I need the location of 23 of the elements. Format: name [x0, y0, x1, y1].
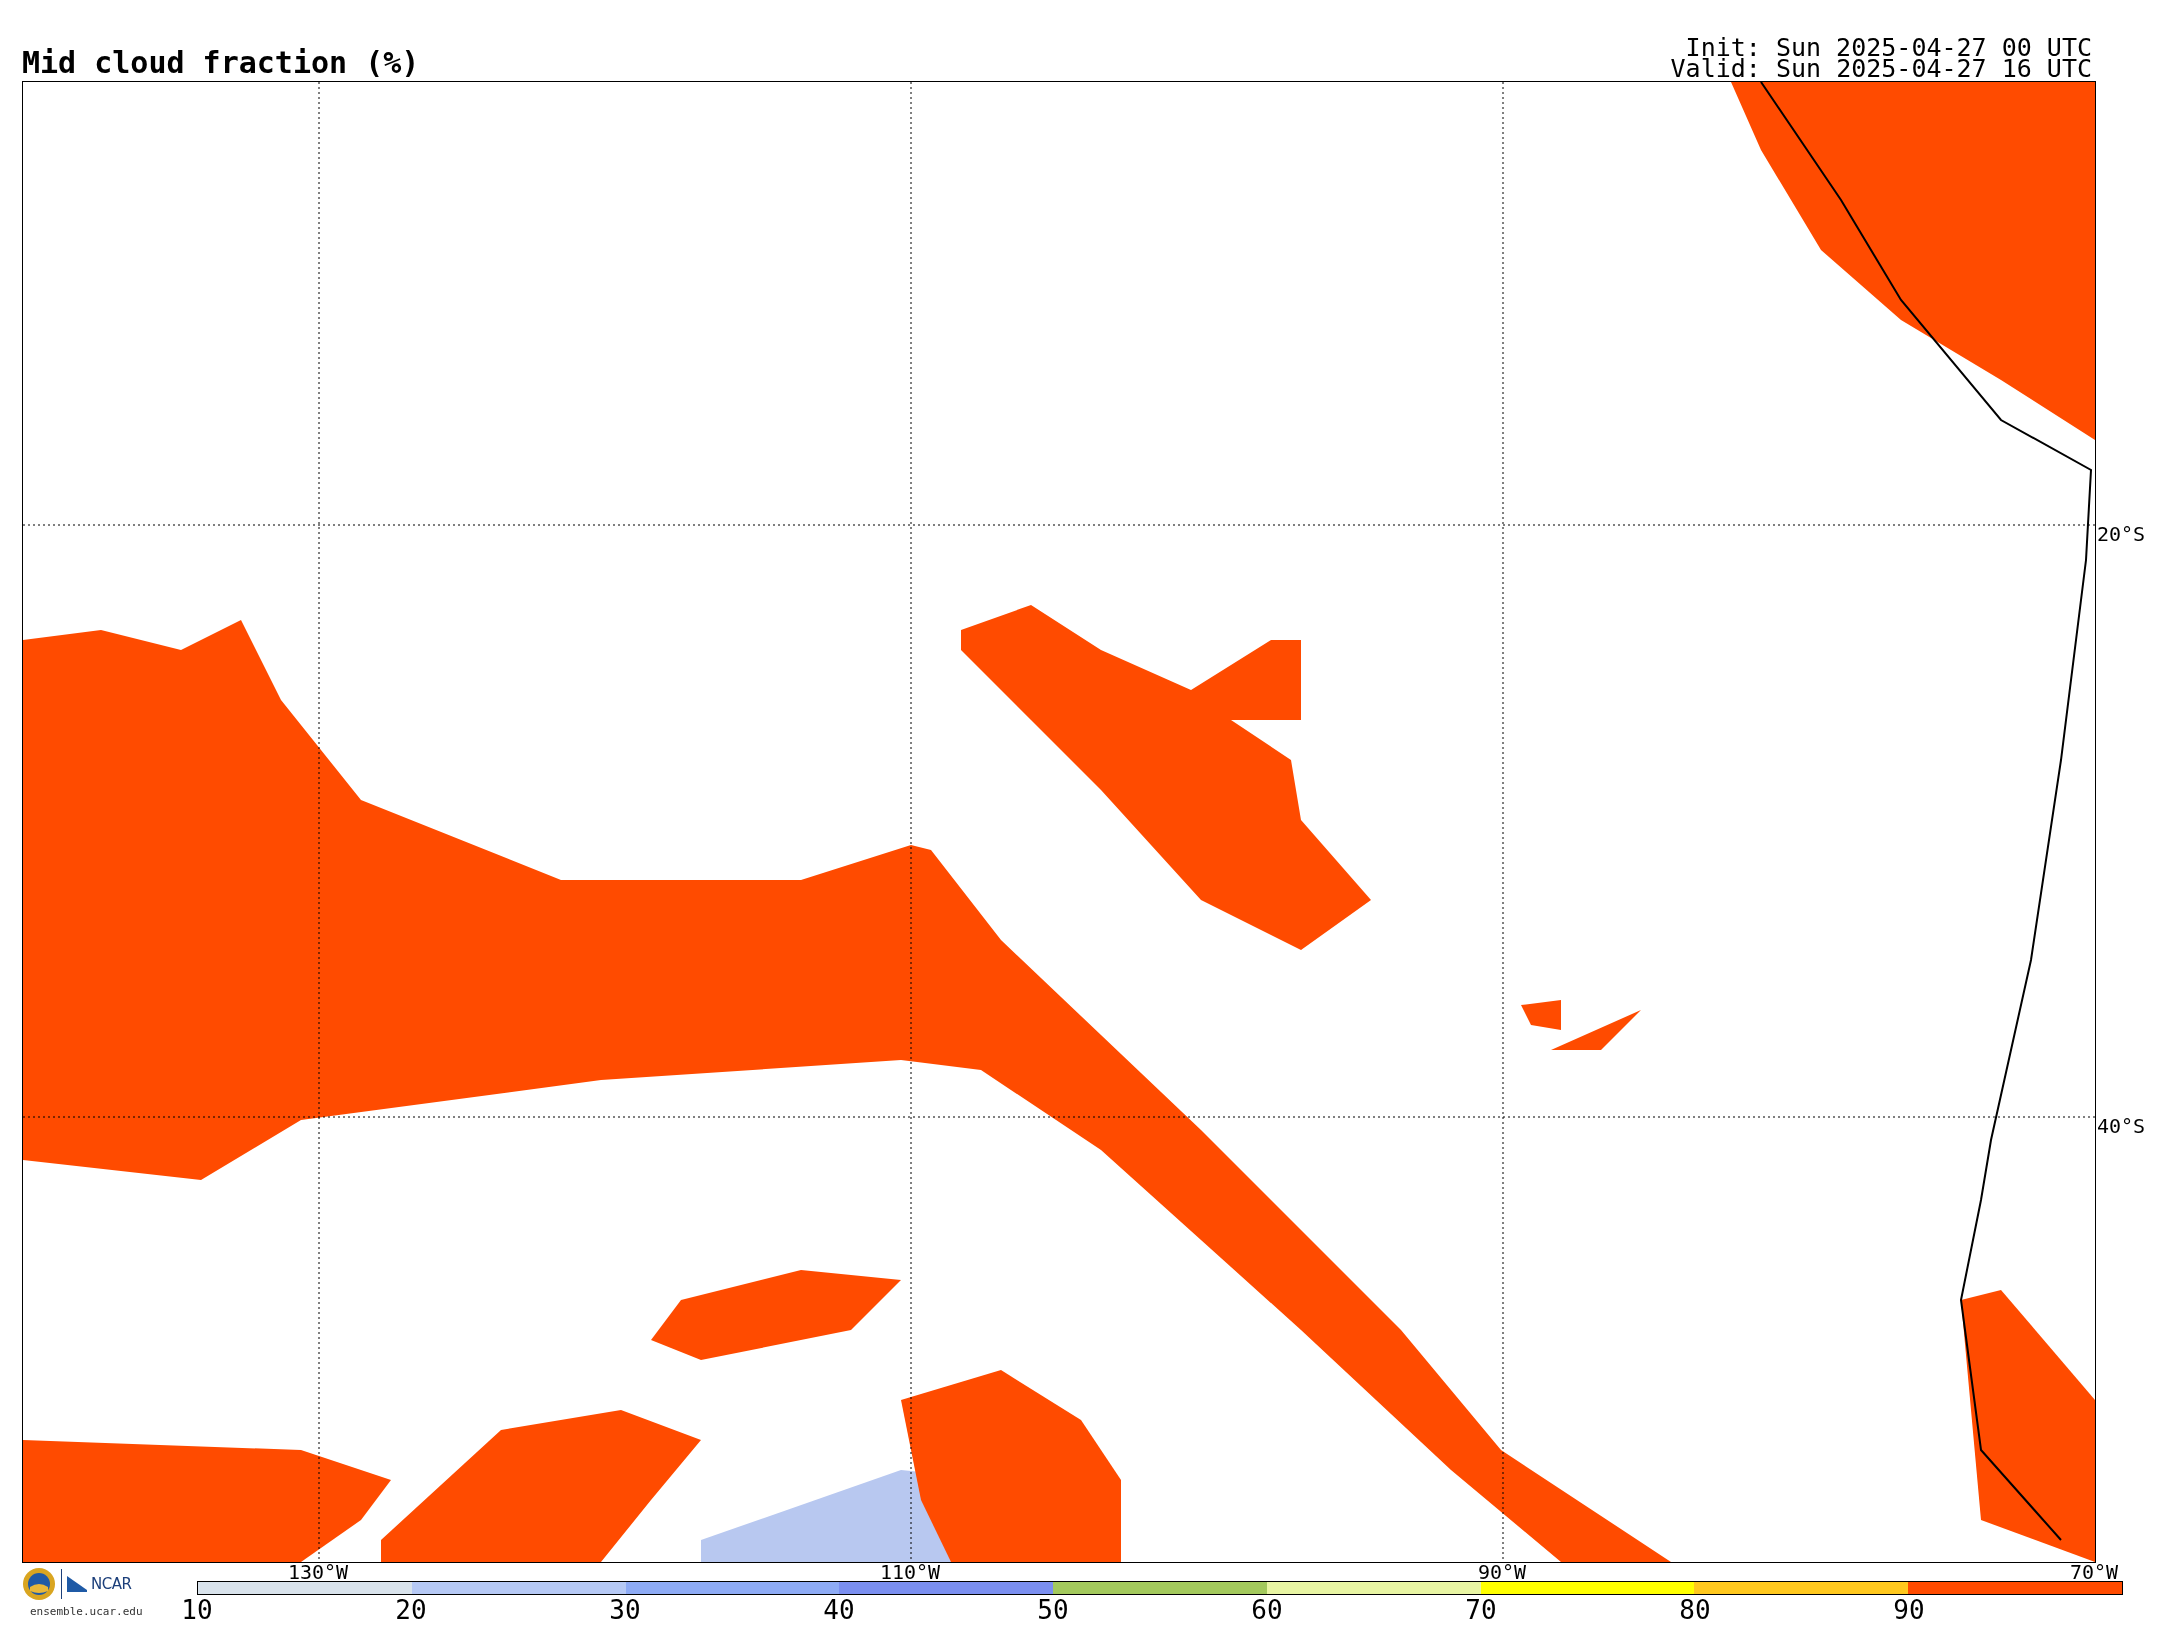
- scale-label: 30: [609, 1595, 641, 1625]
- longitude-label: 110°W: [879, 1563, 941, 1581]
- longitude-label: 130°W: [287, 1563, 349, 1581]
- latitude-label: 20°S: [2097, 524, 2146, 544]
- latitude-label: 40°S: [2097, 1116, 2146, 1136]
- scale-label: 50: [1037, 1595, 1069, 1625]
- scale-label: 40: [823, 1595, 855, 1625]
- wedge-icon: [67, 1576, 87, 1592]
- scale-label: 10: [181, 1595, 213, 1625]
- map-title: Mid cloud fraction (%): [22, 47, 420, 79]
- longitude-label: 90°W: [1477, 1563, 1527, 1581]
- website-url: ensemble.ucar.edu: [30, 1605, 143, 1618]
- logo-text: NCAR: [91, 1575, 132, 1593]
- run-time-text: Init: Sun 2025-04-27 00 UTC: [1685, 37, 2092, 58]
- scale-label: 20: [395, 1595, 427, 1625]
- run-time-text: Valid: Sun 2025-04-27 16 UTC: [1670, 58, 2092, 79]
- scale-label: 80: [1679, 1595, 1711, 1625]
- seal-icon: [22, 1567, 56, 1601]
- scale-label: 70: [1465, 1595, 1497, 1625]
- divider-icon: [60, 1569, 63, 1599]
- scale-label: 60: [1251, 1595, 1283, 1625]
- scale-label: 90: [1893, 1595, 1925, 1625]
- longitude-label: 70°W: [2069, 1563, 2119, 1581]
